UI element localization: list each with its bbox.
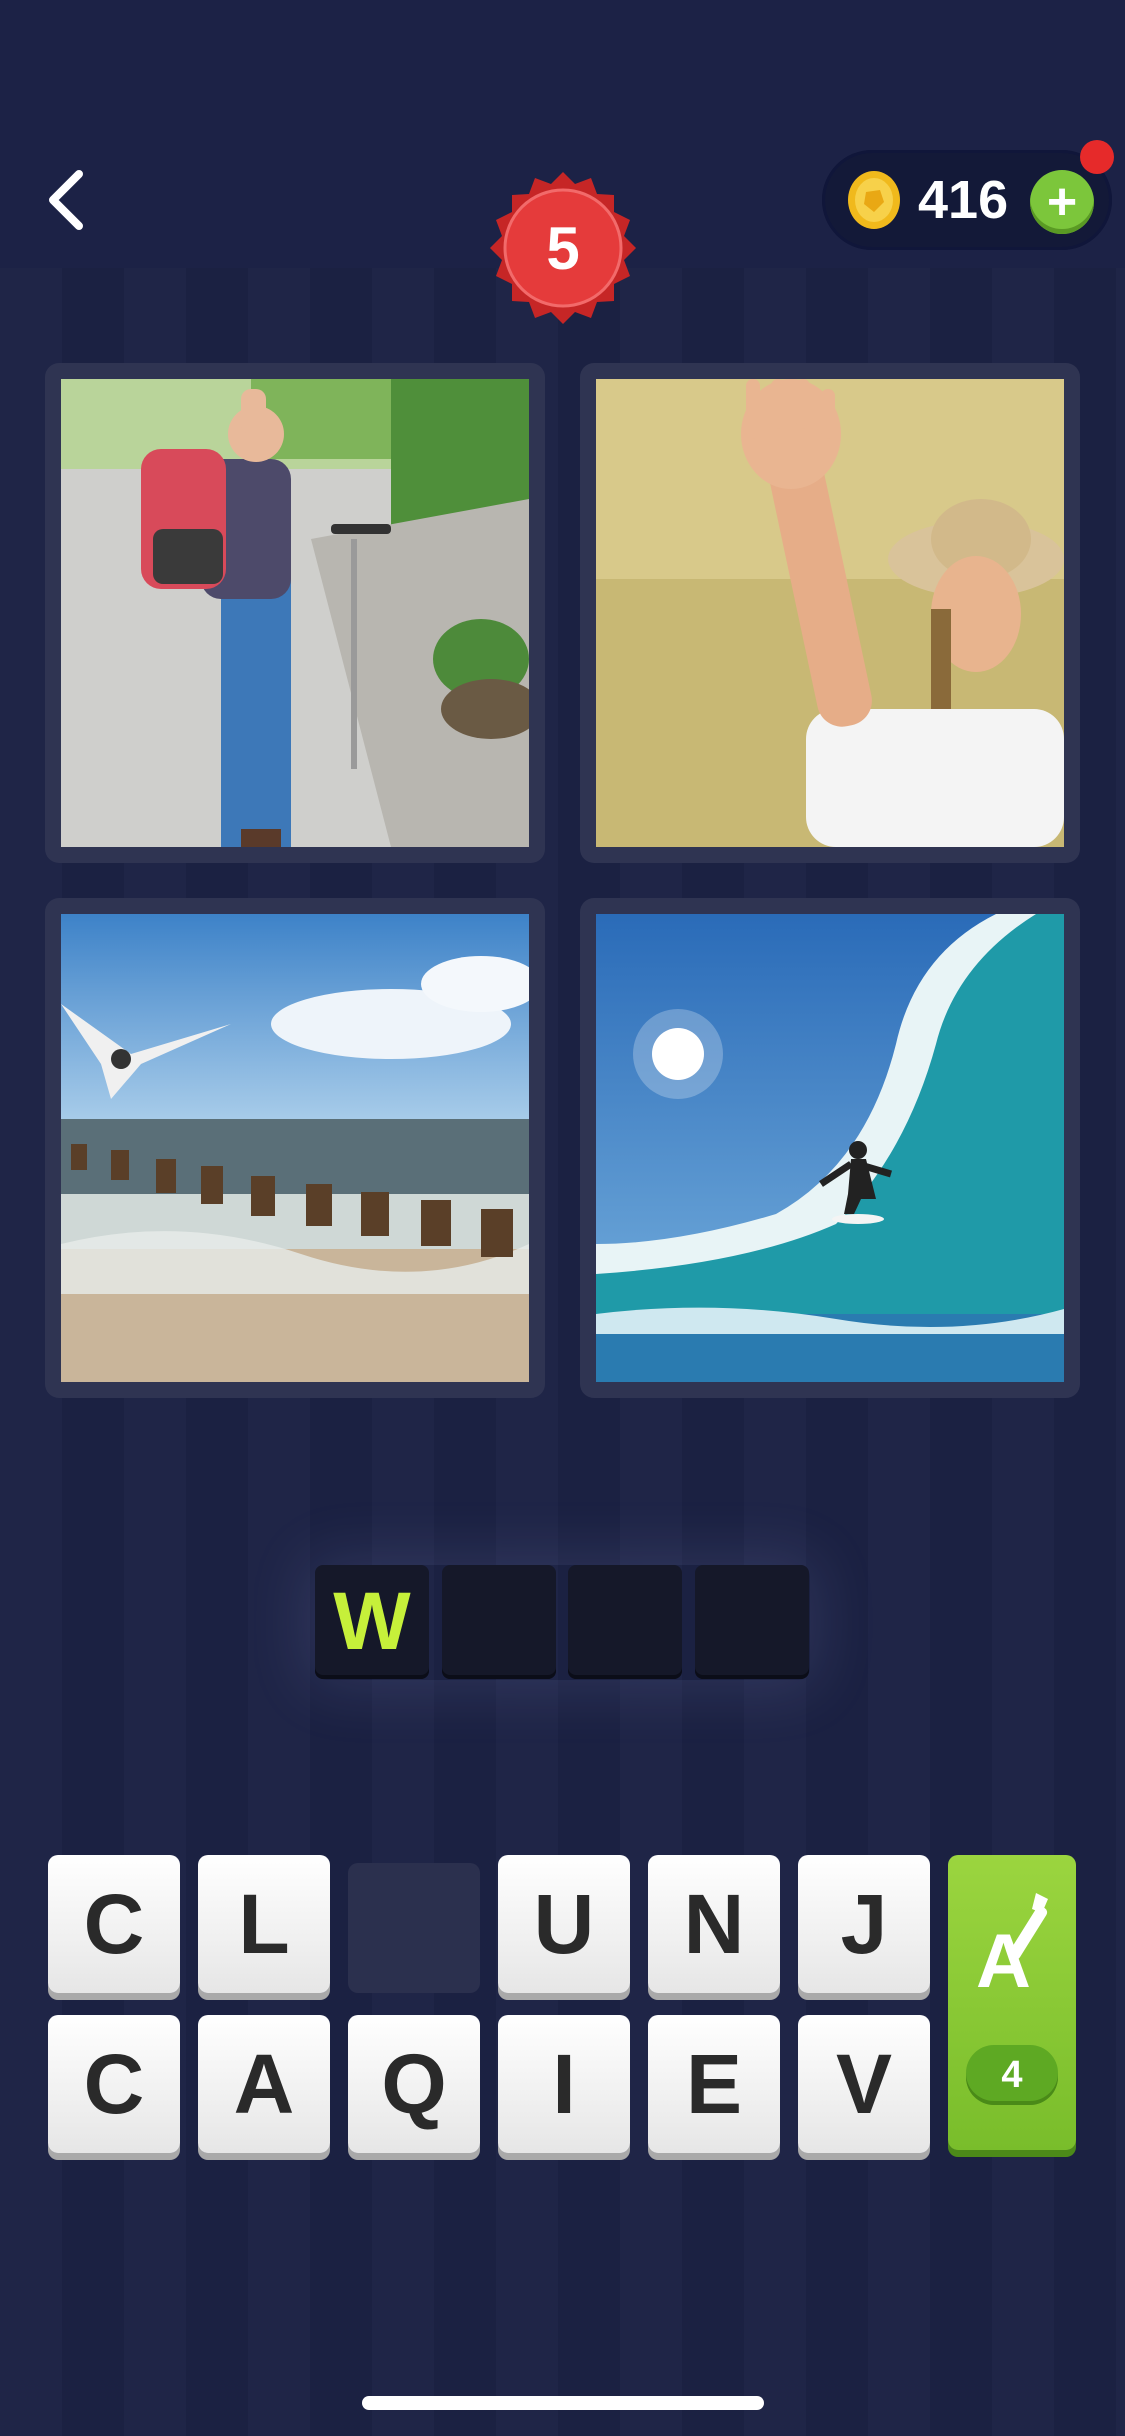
notification-dot [1080,140,1114,174]
magic-brush-icon: A [976,1893,1048,1999]
picture-surfer-wave [596,914,1064,1382]
answer-slot-3[interactable] [568,1565,682,1679]
coin-count: 416 [918,170,1009,230]
coin-balance[interactable]: 416 + [822,150,1112,250]
letter-tile[interactable]: U [498,1855,630,1993]
picture-3[interactable] [45,898,545,1398]
letter-tile[interactable]: C [48,1855,180,1993]
empty-letter-tile [348,1863,480,1993]
picture-child-scooter [61,379,529,847]
picture-sea-seagull [61,914,529,1382]
letter-tile[interactable]: L [198,1855,330,1993]
level-number: 5 [546,214,580,282]
answer-slot-4[interactable] [695,1565,809,1679]
picture-1[interactable] [45,363,545,863]
level-badge: 5 [473,168,653,348]
letter-tile[interactable]: J [798,1855,930,1993]
picture-2[interactable] [580,363,1080,863]
picture-4[interactable] [580,898,1080,1398]
letter-tile[interactable]: Q [348,2015,480,2153]
letter-tile[interactable]: N [648,1855,780,1993]
letter-tile[interactable]: E [648,2015,780,2153]
letter-tile[interactable]: V [798,2015,930,2153]
coin-icon [848,171,900,229]
chevron-left-icon [49,170,83,230]
letter-tile[interactable]: C [48,2015,180,2153]
answer-row: W [315,1565,810,1680]
letter-tile[interactable]: A [198,2015,330,2153]
hint-button[interactable]: A 4 [948,1855,1076,2150]
answer-slot-1[interactable]: W [315,1565,429,1679]
hint-count-badge: 4 [966,2045,1058,2105]
picture-woman-waving [596,379,1064,847]
buy-coins-button[interactable]: + [1030,170,1094,234]
answer-slot-2[interactable] [442,1565,556,1679]
home-indicator [362,2396,764,2410]
back-button[interactable] [30,160,100,240]
letter-tile[interactable]: I [498,2015,630,2153]
